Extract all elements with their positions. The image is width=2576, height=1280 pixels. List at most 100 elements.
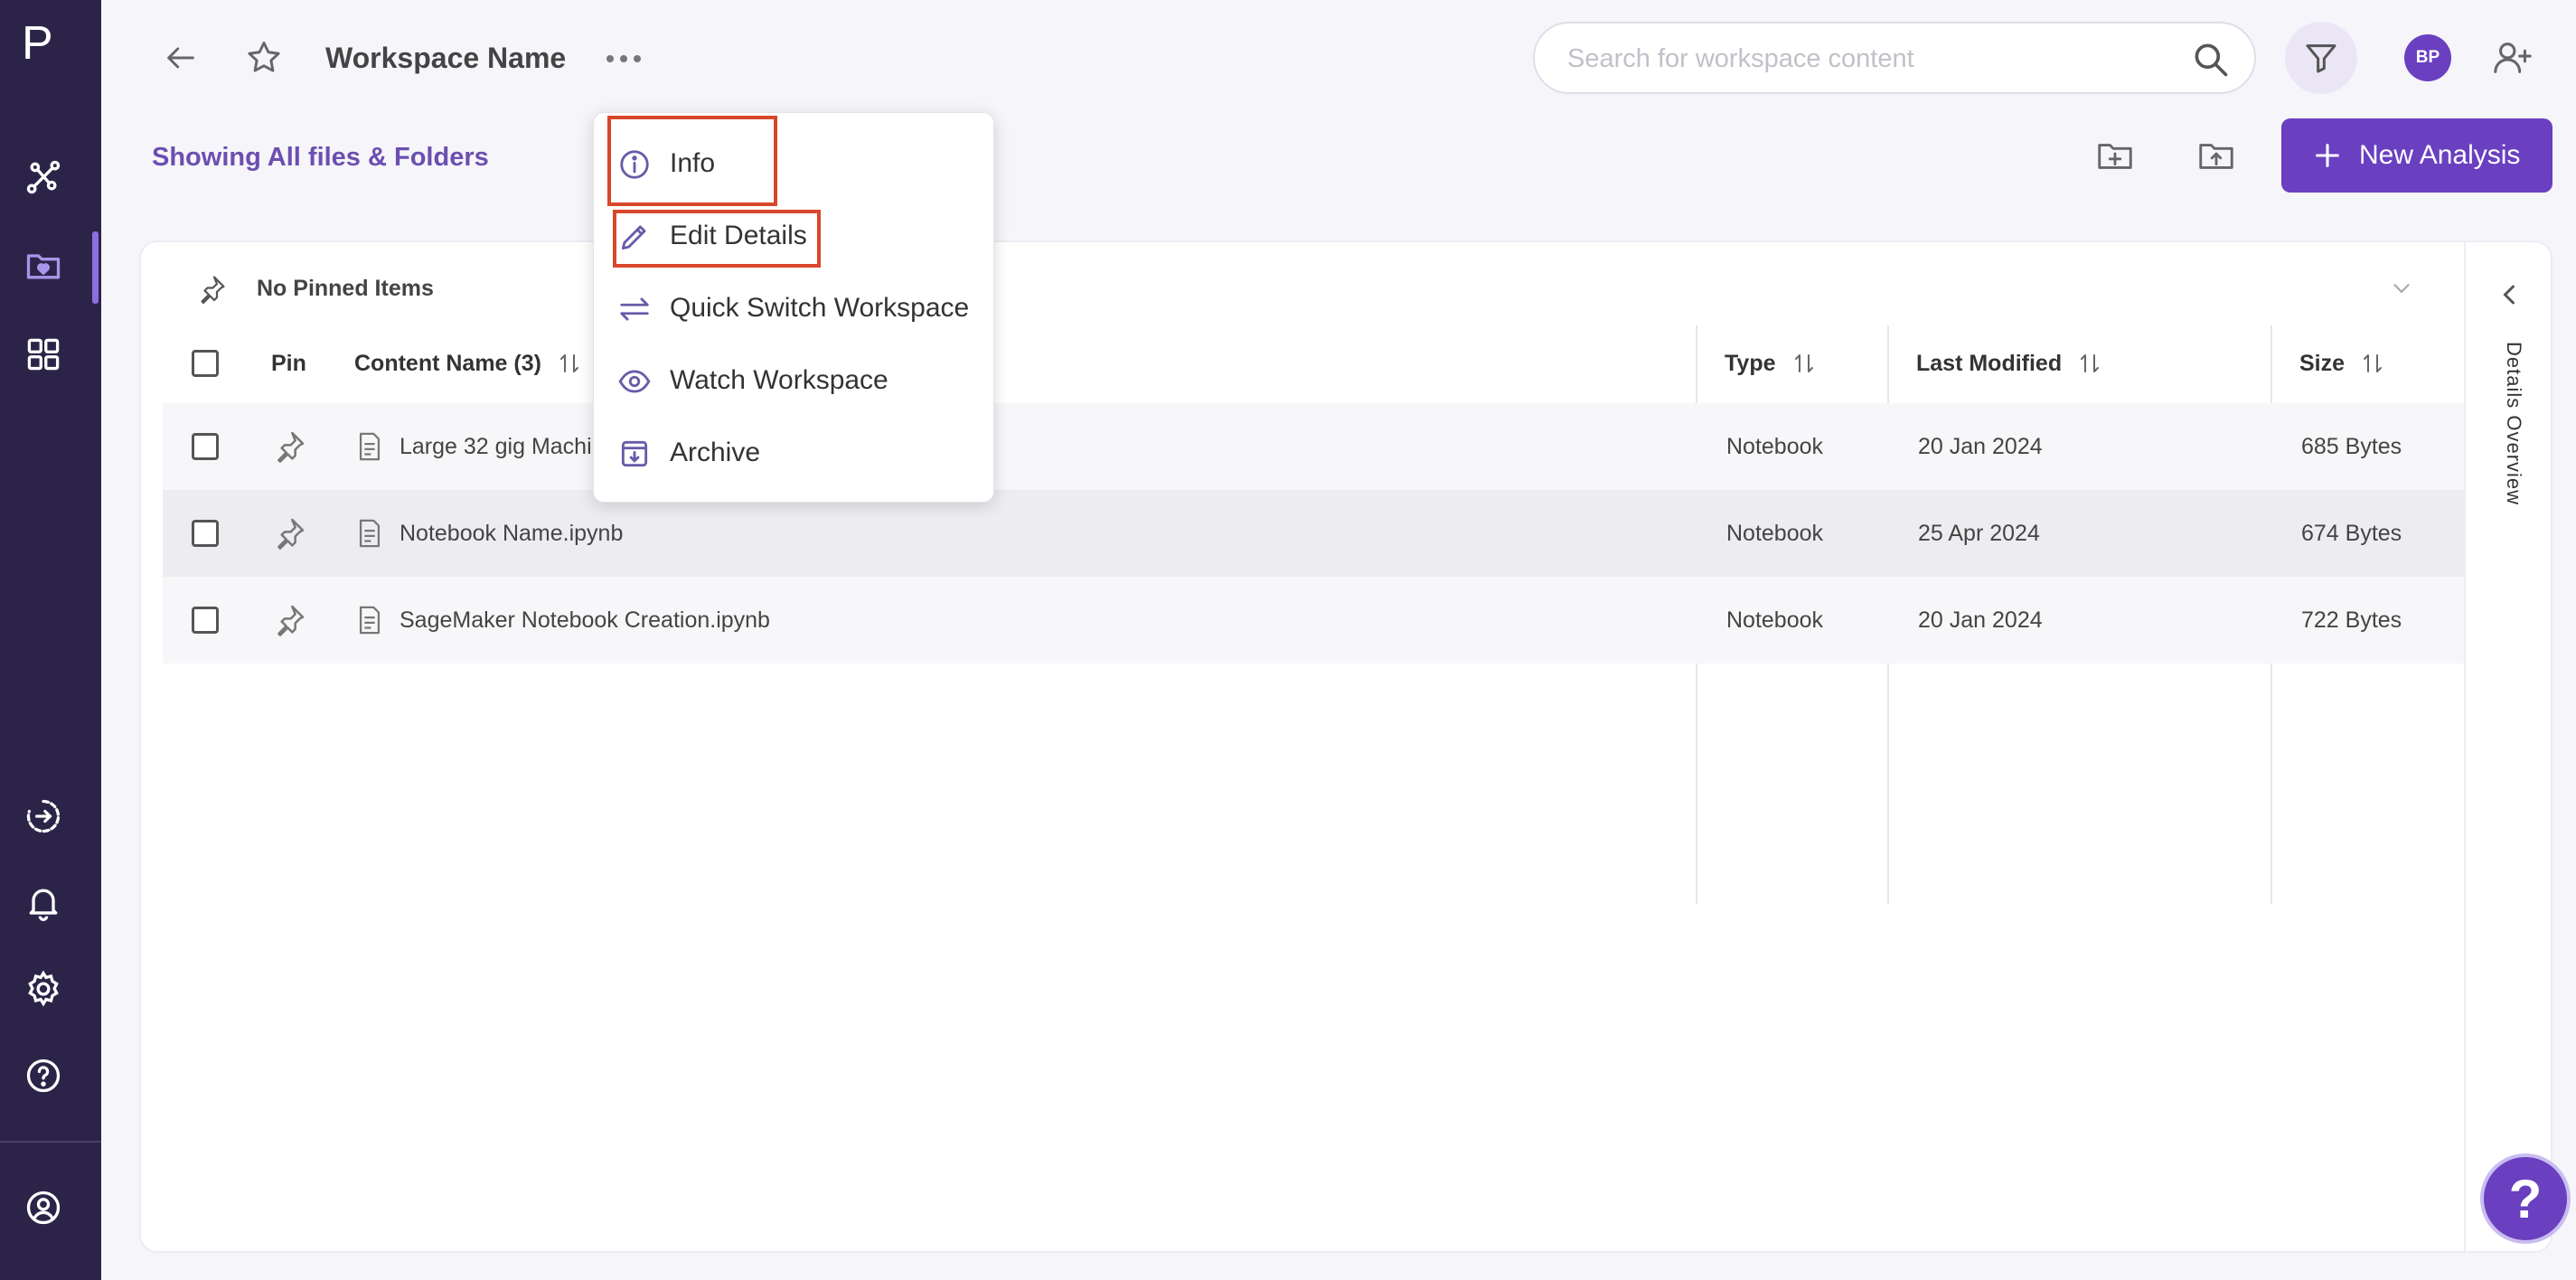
sidebar-divider (0, 1141, 101, 1143)
add-user-icon (2494, 42, 2532, 73)
column-header-last-modified[interactable]: Last Modified (1916, 325, 2100, 401)
row-pin-cell (271, 490, 307, 577)
folder-heart-icon (26, 254, 61, 279)
menu-item-label: Archive (670, 438, 761, 467)
app-logo[interactable]: P (22, 16, 67, 71)
notebook-file-icon (359, 432, 381, 461)
eye-icon (618, 370, 651, 393)
row-select-cell (192, 490, 219, 577)
sidebar-item-workspaces[interactable] (18, 240, 69, 291)
file-name[interactable]: Large 32 gig Machi (400, 434, 592, 460)
file-type: Notebook (1726, 433, 1824, 459)
workspace-more-button[interactable] (598, 36, 649, 81)
gear-icon (28, 970, 59, 1007)
notebook-file-icon (359, 519, 381, 548)
search-input[interactable] (1567, 40, 2182, 78)
file-type: Notebook (1726, 520, 1824, 546)
select-all-checkbox[interactable] (192, 350, 219, 377)
pinned-items-row: No Pinned Items (141, 262, 2464, 313)
row-checkbox[interactable] (192, 433, 219, 460)
sidebar-item-profile[interactable] (18, 1182, 69, 1233)
row-name-cell: Notebook Name.ipynb (356, 490, 623, 577)
search-icon[interactable] (2191, 40, 2231, 80)
sidebar-item-flows[interactable] (18, 152, 69, 202)
file-size: 685 Bytes (2301, 433, 2402, 459)
workspace-title: Workspace Name (325, 42, 567, 74)
column-header-label: Content Name (3) (354, 350, 541, 376)
pin-icon[interactable] (271, 602, 307, 638)
pin-icon[interactable] (271, 515, 307, 551)
upload-button[interactable] (2191, 130, 2242, 181)
column-header-content-name[interactable]: Content Name (3) (354, 325, 579, 401)
menu-item-archive[interactable]: Archive (594, 417, 995, 489)
column-header-type[interactable]: Type (1725, 325, 1814, 401)
sort-icon[interactable] (2080, 352, 2100, 375)
sort-icon[interactable] (1794, 352, 1814, 375)
file-modified: 25 Apr 2024 (1918, 520, 2040, 546)
column-header-label: Size (2299, 350, 2346, 376)
add-user-button[interactable] (2487, 33, 2538, 83)
folder-plus-icon (2098, 144, 2132, 169)
more-horizontal-icon (606, 55, 641, 62)
filter-icon (2306, 44, 2336, 73)
file-size: 674 Bytes (2301, 520, 2402, 546)
row-pin-cell (271, 577, 307, 664)
plus-icon (2316, 144, 2339, 167)
sidebar-item-switch[interactable] (18, 791, 69, 842)
sidebar-item-help[interactable] (18, 1050, 69, 1101)
menu-item-quick-switch[interactable]: Quick Switch Workspace (594, 272, 995, 344)
sidebar-item-apps[interactable] (18, 329, 69, 380)
details-overview-label[interactable]: Details Overview (2502, 342, 2525, 505)
column-header-label: Type (1725, 350, 1776, 376)
archive-icon (621, 440, 648, 467)
file-type: Notebook (1726, 607, 1824, 633)
new-analysis-button[interactable]: New Analysis (2281, 118, 2552, 193)
folder-upload-icon (2199, 144, 2233, 169)
row-checkbox[interactable] (192, 607, 219, 634)
user-circle-icon (26, 1191, 61, 1225)
bell-icon (29, 889, 58, 921)
help-chat-button[interactable]: ? (2480, 1153, 2571, 1244)
pin-icon[interactable] (271, 428, 307, 465)
filter-button[interactable] (2285, 22, 2357, 94)
row-checkbox[interactable] (192, 520, 219, 547)
row-select-cell (192, 577, 219, 664)
column-header-pin: Pin (271, 350, 306, 376)
user-avatar[interactable]: BP (2404, 34, 2451, 81)
column-header-size[interactable]: Size (2299, 325, 2383, 401)
question-circle-icon (26, 1059, 61, 1093)
file-modified: 20 Jan 2024 (1918, 433, 2043, 459)
search-bar (1533, 22, 2256, 94)
table-row[interactable]: Large 32 gig Machi Notebook 20 Jan 2024 … (163, 403, 2464, 490)
file-name[interactable]: SageMaker Notebook Creation.ipynb (400, 607, 770, 634)
back-button[interactable] (155, 33, 206, 83)
sort-icon[interactable] (2363, 352, 2383, 375)
highlight-box-edit-details (613, 210, 821, 268)
pinned-items-label: No Pinned Items (257, 276, 434, 301)
new-analysis-label: New Analysis (2359, 140, 2521, 170)
sidebar-active-indicator (92, 231, 99, 304)
chevron-down-icon[interactable] (2388, 275, 2415, 302)
file-size: 722 Bytes (2301, 607, 2402, 633)
top-bar: Workspace Name BP (101, 0, 2576, 116)
column-header-label: Last Modified (1916, 350, 2063, 376)
sort-icon[interactable] (559, 352, 579, 375)
menu-item-label: Quick Switch Workspace (670, 293, 970, 323)
showing-filter-label[interactable]: Showing All files & Folders (152, 139, 489, 175)
favorite-button[interactable] (239, 33, 289, 83)
graph-nodes-icon (26, 160, 61, 194)
file-name[interactable]: Notebook Name.ipynb (400, 521, 623, 547)
new-folder-button[interactable] (2090, 130, 2140, 181)
star-icon (248, 42, 280, 72)
pin-icon (201, 276, 225, 305)
menu-item-label: Watch Workspace (670, 365, 888, 395)
details-overview-panel: Details Overview (2464, 242, 2551, 1251)
sidebar-item-settings[interactable] (18, 964, 69, 1014)
table-row[interactable]: SageMaker Notebook Creation.ipynb Notebo… (163, 577, 2464, 664)
menu-item-watch[interactable]: Watch Workspace (594, 344, 995, 417)
highlight-box-info (607, 116, 777, 206)
circle-arrow-icon (26, 799, 61, 833)
sidebar-item-notifications[interactable] (18, 877, 69, 927)
chevron-left-icon[interactable] (2493, 278, 2525, 311)
table-row[interactable]: Notebook Name.ipynb Notebook 25 Apr 2024… (163, 490, 2464, 577)
